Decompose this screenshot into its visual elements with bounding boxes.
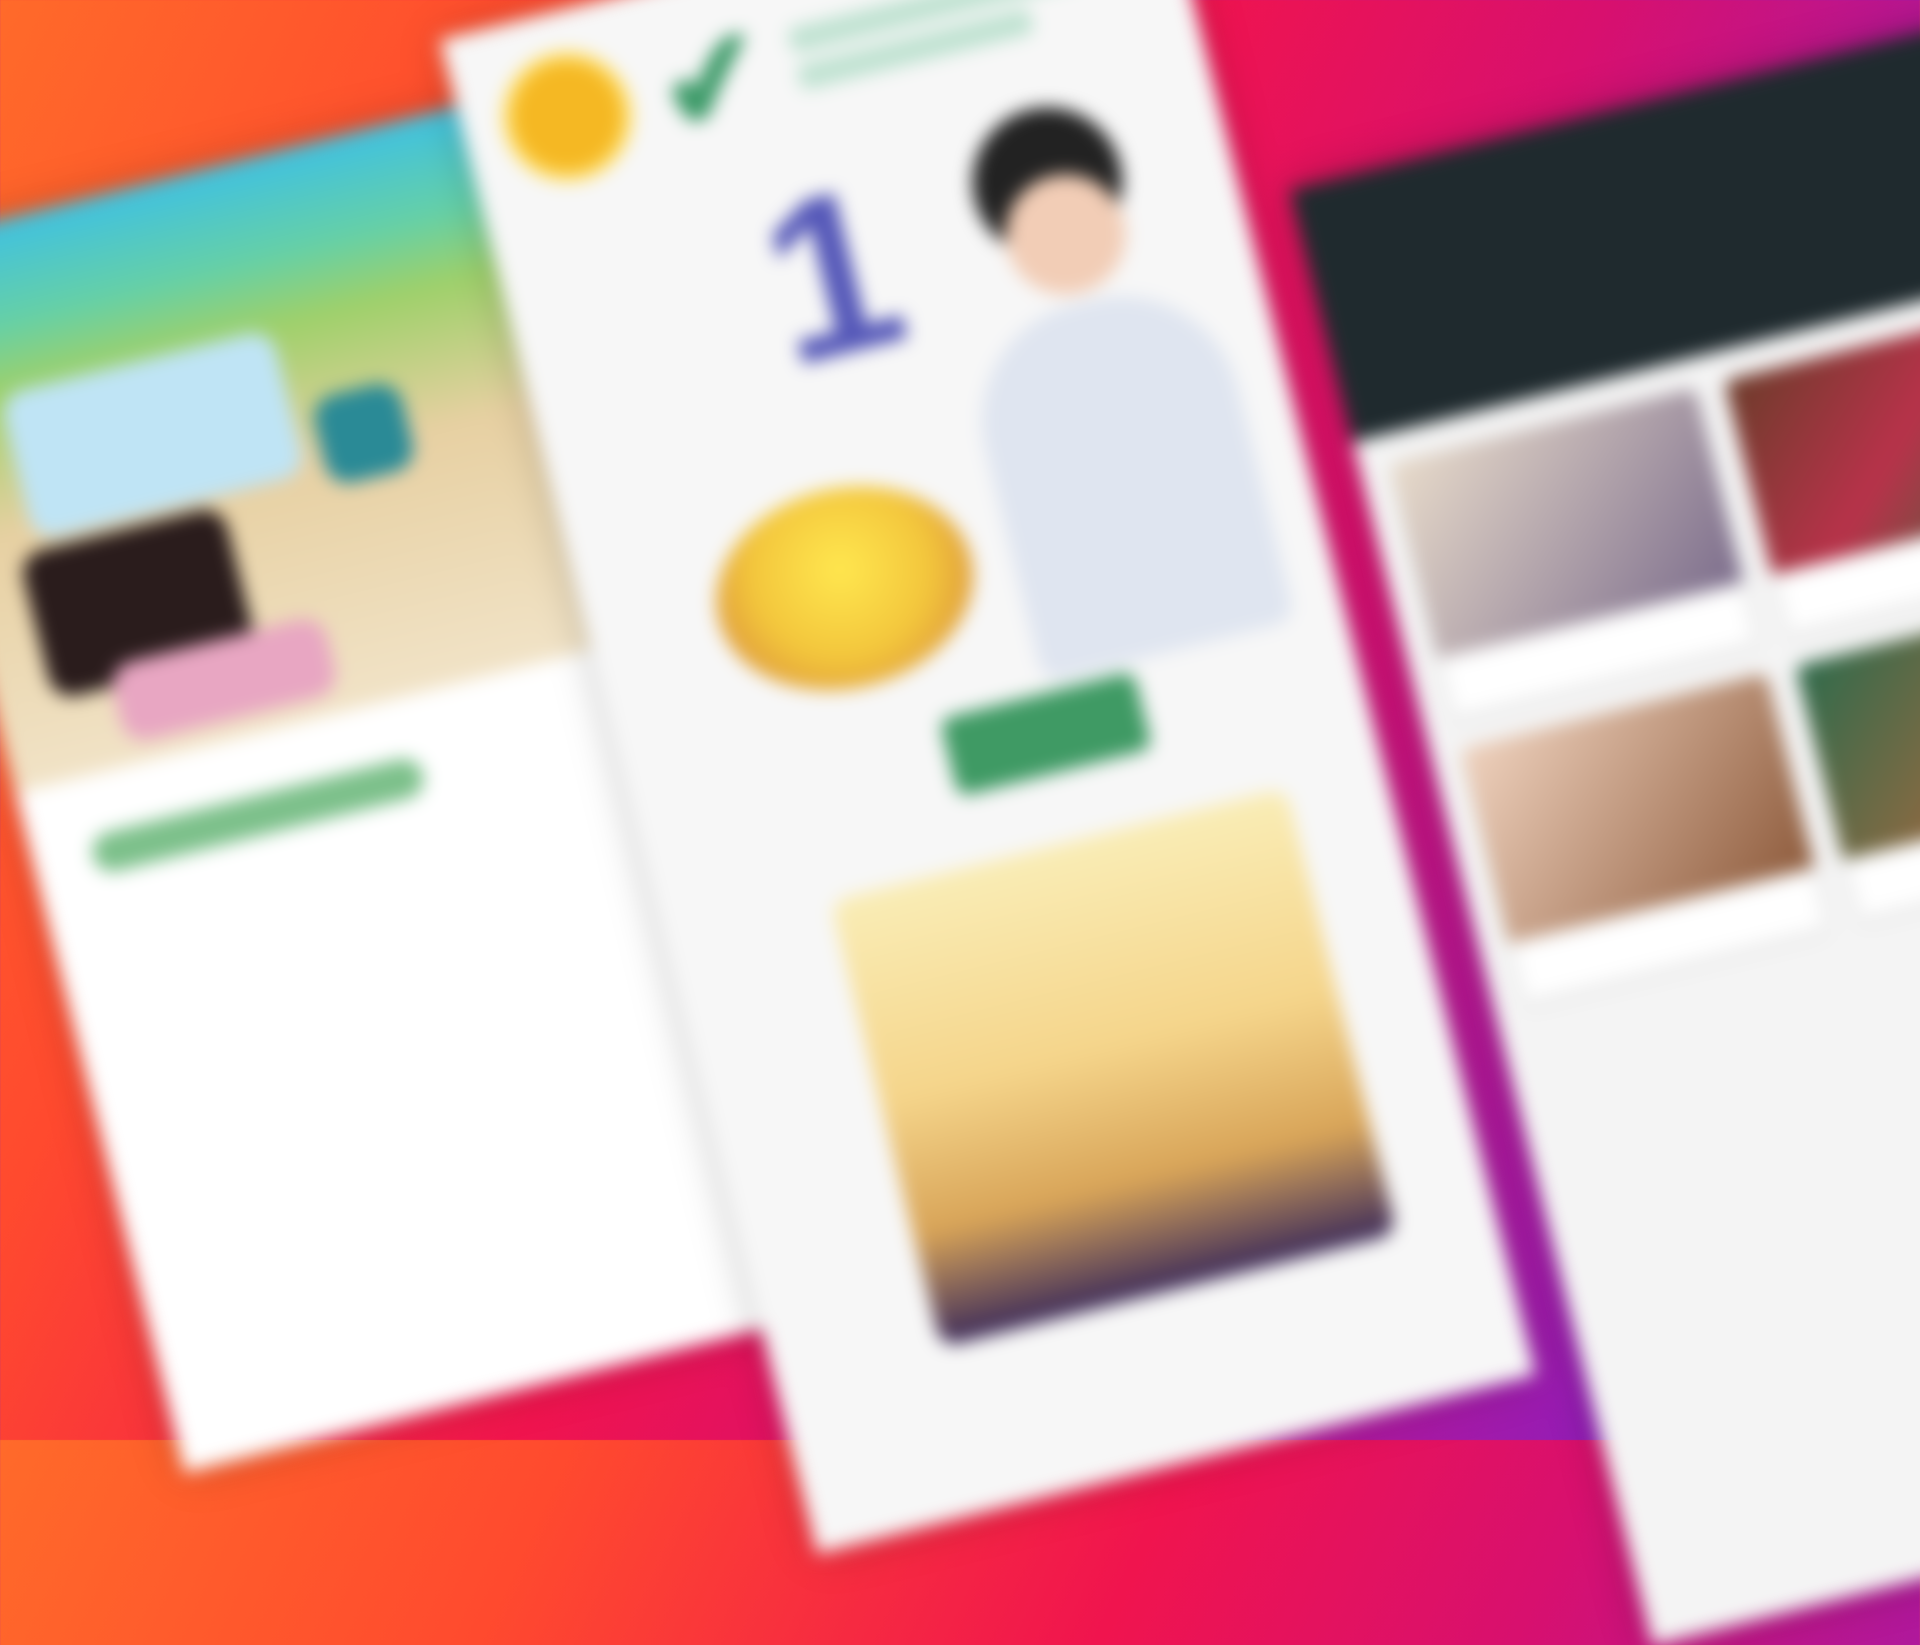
check-icon: ✔ xyxy=(641,0,783,165)
left-green-bar xyxy=(88,754,428,876)
tile[interactable] xyxy=(1389,387,1759,721)
promo-collage: ✔ 1 xyxy=(0,0,1920,1645)
tile[interactable] xyxy=(1460,673,1830,1006)
cta-button[interactable] xyxy=(939,671,1153,798)
right-heading-line1 xyxy=(1290,16,1920,248)
food-image xyxy=(694,459,996,717)
tile[interactable] xyxy=(1724,304,1920,637)
promo-banner[interactable] xyxy=(829,787,1398,1348)
hero-number: 1 xyxy=(739,134,926,415)
tile-photo xyxy=(1724,304,1920,575)
